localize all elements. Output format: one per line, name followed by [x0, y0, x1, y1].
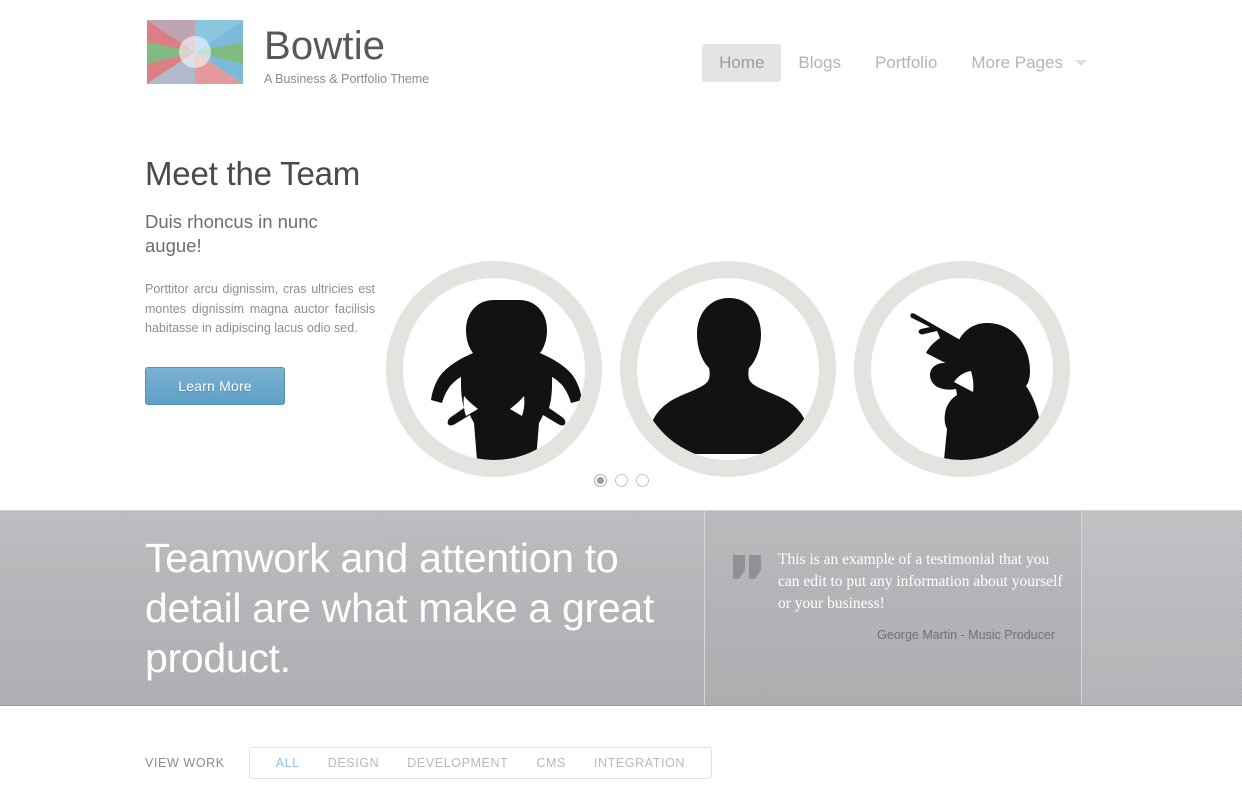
band-panel-right: [1082, 511, 1242, 705]
learn-more-button[interactable]: Learn More: [145, 366, 285, 405]
carousel-dot-3[interactable]: [635, 474, 649, 487]
brand-title: Bowtie: [264, 24, 386, 68]
brand[interactable]: Bowtie A Business & Portfolio Theme: [145, 12, 429, 92]
filter-design[interactable]: DESIGN: [314, 755, 394, 771]
main-navigation: Home Blogs Portfolio More Pages: [702, 44, 1095, 82]
hero-slider: Meet the Team Duis rhoncus in nunc augue…: [0, 105, 1242, 509]
filter-cms[interactable]: CMS: [522, 755, 580, 771]
band-divider-left: [704, 511, 705, 705]
team-avatars: [386, 261, 1070, 477]
portfolio-filter-row: VIEW WORK ALL DESIGN DEVELOPMENT CMS INT…: [145, 747, 713, 779]
testimonial-body: This is an example of a testimonial that…: [778, 549, 1063, 643]
testimonial-author: George Martin - Music Producer: [877, 628, 1055, 642]
hero-body-text: Porttitor arcu dignissim, cras ultricies…: [145, 282, 375, 335]
portfolio-filter-group: ALL DESIGN DEVELOPMENT CMS INTEGRATION: [248, 747, 713, 779]
nav-item-home[interactable]: Home: [702, 44, 782, 82]
brand-text: Bowtie A Business & Portfolio Theme: [264, 12, 429, 87]
filter-all[interactable]: ALL: [262, 755, 314, 771]
chevron-down-icon[interactable]: [1075, 60, 1087, 66]
quotation-mark-icon: [733, 555, 763, 581]
woman-pointing-silhouette-icon[interactable]: [854, 261, 1070, 477]
view-work-label: VIEW WORK: [145, 756, 225, 770]
nav-item-portfolio[interactable]: Portfolio: [858, 44, 954, 82]
nav-item-blogs[interactable]: Blogs: [781, 44, 858, 82]
portfolio-section: VIEW WORK ALL DESIGN DEVELOPMENT CMS INT…: [0, 706, 1242, 793]
testimonial-text: This is an example of a testimonial that…: [778, 551, 1063, 612]
bowtie-logo-icon: [145, 12, 245, 92]
band-headline: Teamwork and attention to detail are wha…: [145, 535, 654, 681]
woman-hands-on-hips-silhouette-icon[interactable]: [386, 261, 602, 477]
hero-title: Meet the Team: [145, 155, 361, 192]
page-root: Bowtie A Business & Portfolio Theme Home…: [0, 0, 1242, 793]
carousel-dot-1[interactable]: [593, 474, 607, 487]
man-bust-silhouette-icon[interactable]: [620, 261, 836, 477]
band-divider-right: [1081, 511, 1082, 705]
filter-development[interactable]: DEVELOPMENT: [393, 755, 522, 771]
hero-copy: Meet the Team Duis rhoncus in nunc augue…: [145, 155, 375, 405]
carousel-dot-2[interactable]: [614, 474, 628, 487]
site-header: Bowtie A Business & Portfolio Theme Home…: [0, 0, 1242, 105]
nav-item-more-pages[interactable]: More Pages: [954, 44, 1071, 82]
filter-integration[interactable]: INTEGRATION: [580, 755, 699, 771]
carousel-dots: [0, 474, 1242, 487]
hero-subtitle: Duis rhoncus in nunc augue!: [145, 211, 318, 256]
testimonial: This is an example of a testimonial that…: [733, 549, 1063, 643]
brand-tagline: A Business & Portfolio Theme: [264, 72, 430, 86]
feature-band: Teamwork and attention to detail are wha…: [0, 510, 1242, 706]
